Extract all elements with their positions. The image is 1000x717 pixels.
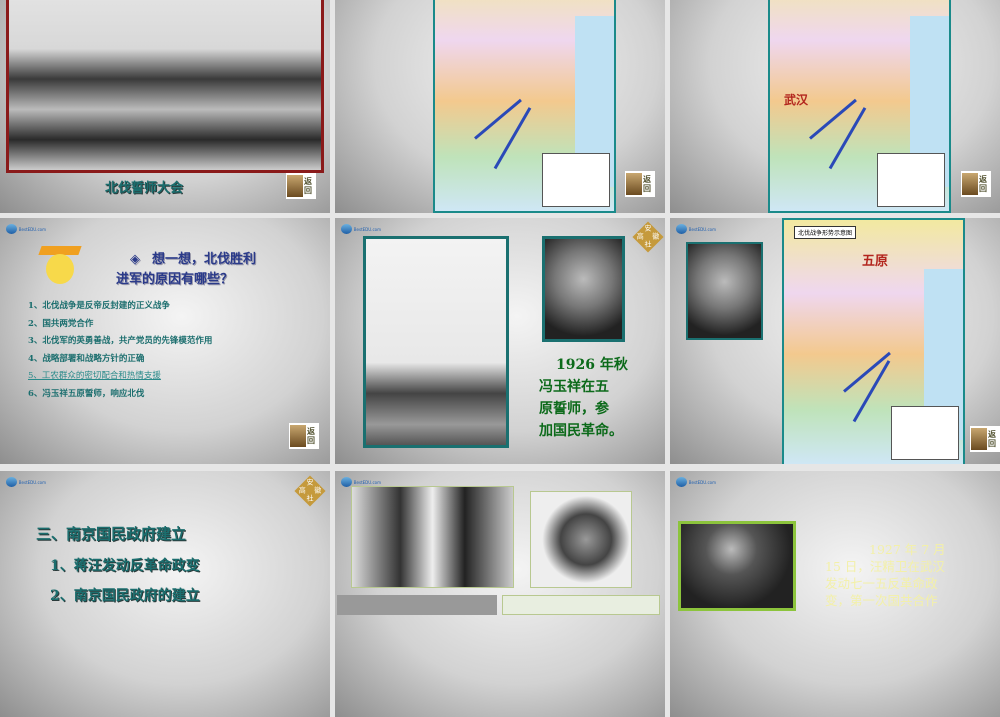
- chiang-kaishek-portrait: [530, 491, 632, 588]
- map-legend: [890, 406, 959, 460]
- oath-rally-photo: [6, 0, 324, 173]
- back-icon: [287, 175, 303, 197]
- feng-yuxiang-text: 1926 年秋 冯玉祥在五 原誓师，参 加国民革命。: [539, 357, 628, 439]
- back-button[interactable]: 返回: [286, 173, 316, 199]
- back-icon: [626, 173, 642, 195]
- hyperlink-reason-5[interactable]: 5、工农群众的密切配合和热情支援: [28, 368, 212, 386]
- northern-expedition-map: [433, 0, 616, 213]
- publisher-seal: 安徽高社: [632, 221, 664, 253]
- slide-thumbnail-7[interactable]: BestEDU.com 安徽高社 三、南京国民政府建立 1、蒋汪发动反革命政变 …: [0, 471, 330, 717]
- reason-list: 1、北伐战争是反帝反封建的正义战争 2、国共两党合作 3、北伐军的英勇善战，共产…: [28, 301, 213, 399]
- slide-thumbnail-5[interactable]: BestEDU.com 安徽高社 1926 年秋 冯玉祥在五 原誓师，参 加国民…: [335, 218, 665, 464]
- logo: BestEDU.com: [676, 224, 716, 234]
- slide-thumbnail-4[interactable]: BestEDU.com ◈ 想一想，北伐胜利 进军的原因有哪些？ 1、北伐战争是反…: [0, 218, 330, 464]
- back-button[interactable]: 返回: [289, 423, 319, 449]
- slide-caption: 北伐誓师大会: [105, 181, 184, 196]
- wang-jingwei-text: 1927 年 7 月 15 日，汪精卫在武汉 发动七一五反革命政 变，第一次国共…: [825, 542, 946, 608]
- question-title-line2: 进军的原因有哪些？: [116, 272, 234, 287]
- text-box: [502, 595, 660, 615]
- cartoon-teacher-icon: [36, 246, 82, 294]
- logo: BestEDU.com: [341, 224, 381, 234]
- map-title: 北伐战争形势示意图: [794, 226, 857, 239]
- logo: BestEDU.com: [6, 224, 46, 234]
- section-heading: 三、南京国民政府建立: [36, 525, 187, 543]
- subheading-2: 2、南京国民政府的建立: [50, 588, 200, 604]
- back-button[interactable]: 返回: [961, 171, 991, 197]
- street-photo: [337, 595, 497, 615]
- back-icon: [962, 173, 978, 195]
- wuhan-label: 武汉: [784, 93, 809, 107]
- back-icon: [290, 425, 306, 447]
- slide-thumbnail-9[interactable]: BestEDU.com 1927 年 7 月 15 日，汪精卫在武汉 发动七一五…: [670, 471, 1000, 717]
- slide-thumbnail-8[interactable]: BestEDU.com: [335, 471, 665, 717]
- slide-thumbnail-1[interactable]: 北伐誓师大会 返回: [0, 0, 330, 213]
- feng-yuxiang-portrait: [686, 242, 763, 340]
- publisher-seal: 安徽高社: [294, 475, 326, 507]
- slide-thumbnail-6[interactable]: BestEDU.com 北伐战争形势示意图 五原 返回: [670, 218, 1000, 464]
- wuyuan-label: 五原: [862, 254, 889, 269]
- back-button[interactable]: 返回: [625, 171, 655, 197]
- coup-arrest-photo: [351, 486, 514, 588]
- flag-raising-photo: [363, 236, 509, 448]
- back-icon: [971, 428, 987, 450]
- question-title: ◈ 想一想，北伐胜利: [130, 252, 257, 267]
- logo: BestEDU.com: [6, 477, 46, 487]
- slide-thumbnail-2[interactable]: 返回: [335, 0, 665, 213]
- map-legend: [541, 153, 610, 207]
- feng-yuxiang-portrait: [542, 236, 625, 342]
- diamond-bullet-icon: ◈: [130, 252, 140, 267]
- wang-jingwei-photo: [678, 521, 796, 611]
- slide-thumbnail-3[interactable]: 武汉 返回: [670, 0, 1000, 213]
- subheading-1: 1、蒋汪发动反革命政变: [50, 558, 200, 574]
- back-button[interactable]: 返回: [970, 426, 1000, 452]
- logo: BestEDU.com: [676, 477, 716, 487]
- map-legend: [876, 153, 945, 207]
